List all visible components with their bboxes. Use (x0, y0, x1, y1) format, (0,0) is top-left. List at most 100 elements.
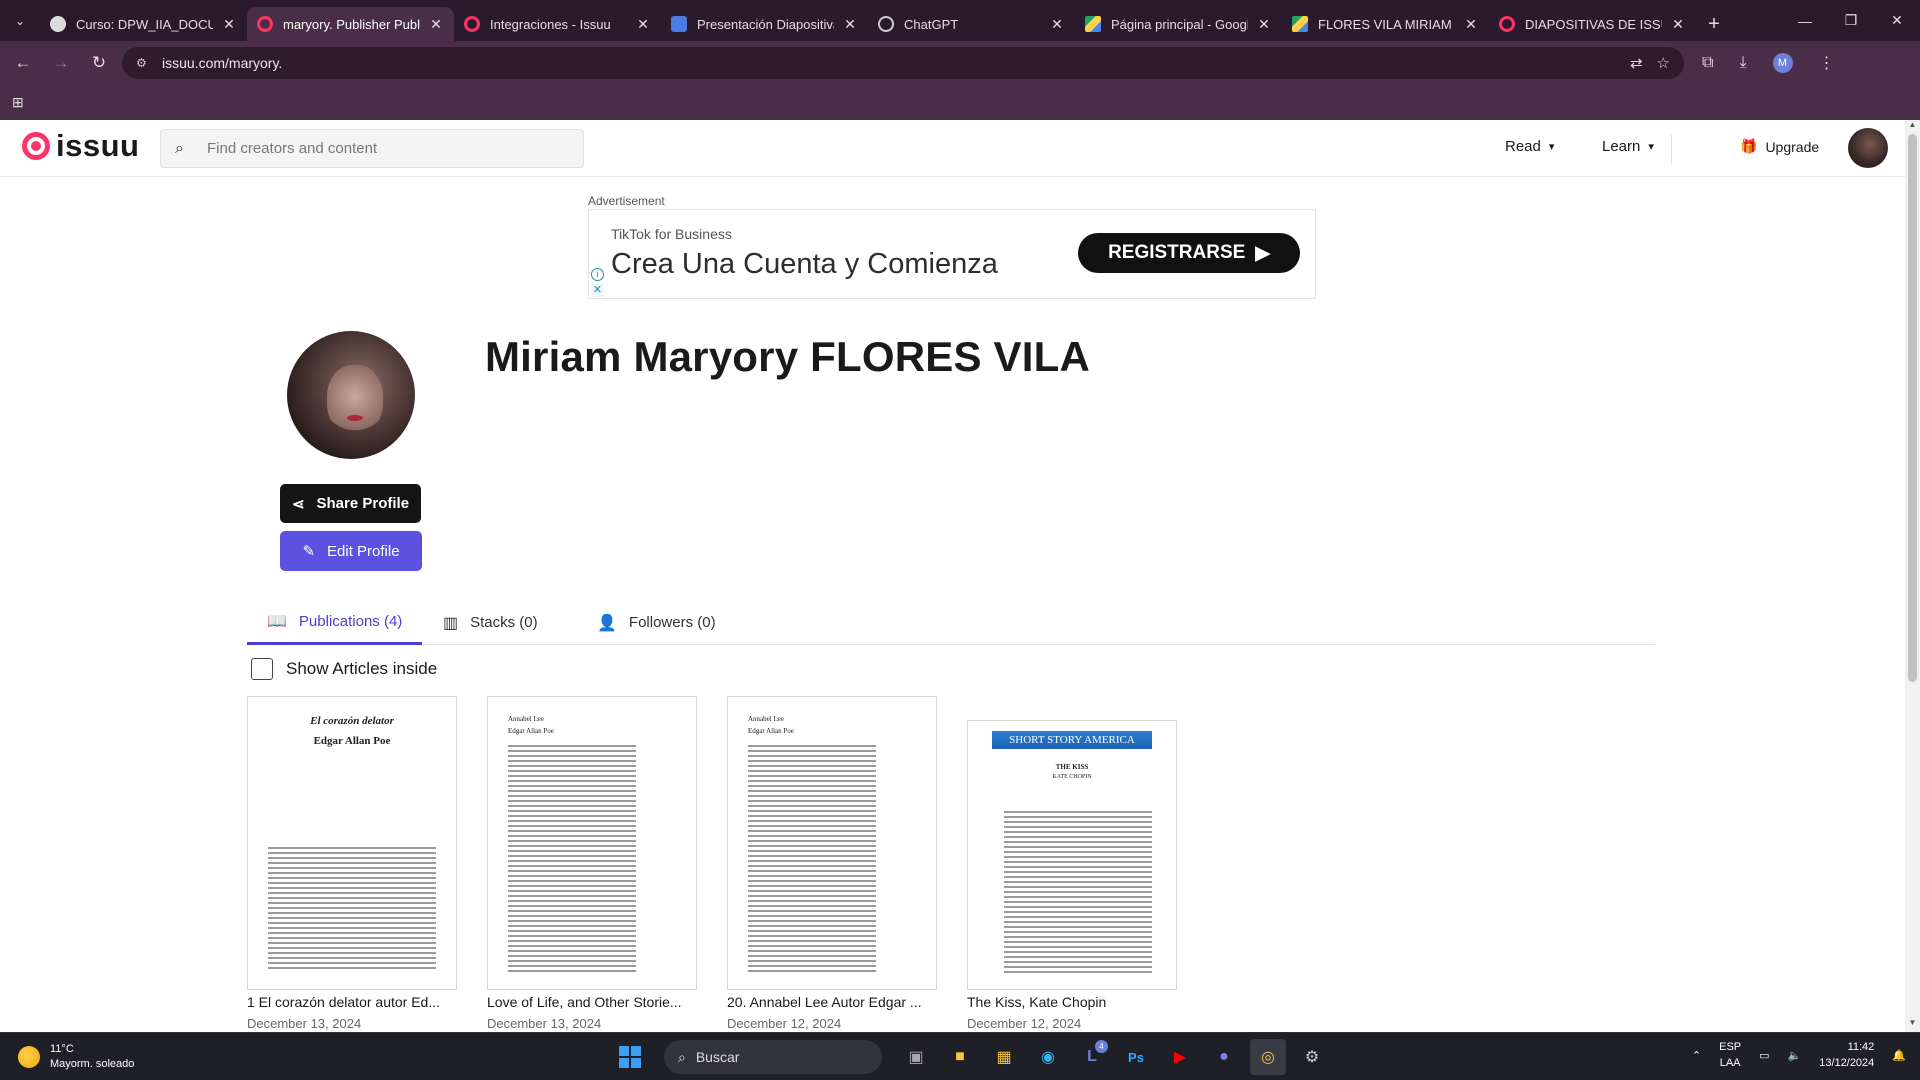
publication-title[interactable]: The Kiss, Kate Chopin (967, 994, 1177, 1010)
taskbar-search[interactable]: ⌕ Buscar (664, 1040, 882, 1074)
publication-cover[interactable]: El corazón delator Edgar Allan Poe (247, 696, 457, 990)
apps-grid-icon[interactable]: ⊞ (12, 94, 24, 111)
close-icon[interactable]: ✕ (1463, 16, 1479, 33)
reload-button[interactable]: ↻ (80, 45, 118, 81)
restore-icon[interactable]: ❐ (1828, 0, 1874, 41)
scrollbar-thumb[interactable] (1908, 134, 1917, 682)
store-button[interactable]: ▦ (986, 1039, 1022, 1075)
close-icon[interactable]: ✕ (1256, 16, 1272, 33)
network-icon[interactable]: ▭ (1759, 1049, 1769, 1062)
search-box[interactable]: ⌕ (160, 129, 584, 168)
close-icon[interactable]: ✕ (428, 16, 444, 33)
browser-tab[interactable]: ChatGPT ✕ (868, 7, 1075, 41)
learn-menu[interactable]: Learn ▾ (1602, 138, 1654, 155)
drive-favicon-icon (1085, 16, 1101, 32)
show-articles-toggle[interactable]: Show Articles inside (251, 658, 437, 680)
close-icon[interactable]: ✕ (842, 16, 858, 33)
favicon-icon (50, 16, 66, 32)
advertisement-banner[interactable]: TikTok for Business Crea Una Cuenta y Co… (588, 209, 1316, 299)
browser-tab[interactable]: Página principal - Google ✕ (1075, 7, 1282, 41)
publication-cover[interactable]: Annabel Lee Edgar Allan Poe (487, 696, 697, 990)
more-vert-icon[interactable]: ⋮ (1819, 53, 1835, 73)
edge-button[interactable]: ◉ (1030, 1039, 1066, 1075)
task-view-button[interactable]: ▣ (898, 1039, 934, 1075)
browser-tab-active[interactable]: maryory. Publisher Public ✕ (247, 7, 454, 41)
tab-publications[interactable]: 📖 Publications (4) (247, 600, 423, 645)
scroll-down-icon[interactable]: ▼ (1905, 1018, 1920, 1032)
issuu-logo[interactable]: issuu (22, 128, 140, 163)
tab-title: Integraciones - Issuu (490, 16, 611, 32)
url-field[interactable]: ⚙ issuu.com/maryory. ⇄ ☆ (122, 46, 1684, 79)
publication-title[interactable]: Love of Life, and Other Storie... (487, 994, 697, 1010)
tab-search-button[interactable]: ⌄ (0, 0, 40, 41)
publication-date: December 12, 2024 (967, 1016, 1082, 1031)
chrome-button[interactable]: ◎ (1250, 1039, 1286, 1075)
translate-icon[interactable]: ⇄ (1630, 54, 1643, 72)
ad-info-icon[interactable]: i (591, 268, 604, 281)
ad-cta-button[interactable]: REGISTRARSE ▶ (1078, 233, 1300, 273)
tab-stacks[interactable]: ▥ Stacks (0) (423, 600, 558, 645)
youtube-button[interactable]: ▶ (1162, 1039, 1198, 1075)
teams-chat-button[interactable]: ● (1206, 1039, 1242, 1075)
chatgpt-favicon-icon (878, 16, 894, 32)
task-view-icon: ▣ (908, 1049, 924, 1066)
site-settings-icon[interactable]: ⚙ (136, 56, 152, 70)
browser-tab[interactable]: Curso: DPW_IIA_DOCUMEN ✕ (40, 7, 247, 41)
profile-avatar[interactable]: M (1772, 52, 1793, 73)
chevron-up-icon[interactable]: ⌃ (1692, 1049, 1701, 1062)
publication-cover[interactable]: Annabel Lee Edgar Allan Poe (727, 696, 937, 990)
windows-taskbar: 11°C Mayorm. soleado ⌕ Buscar ▣ ■ ▦ ◉ L … (0, 1032, 1920, 1080)
show-articles-checkbox[interactable] (251, 658, 273, 680)
new-tab-button[interactable]: + (1696, 7, 1732, 41)
upgrade-button[interactable]: 🎁 Upgrade (1740, 138, 1819, 155)
edit-profile-button[interactable]: ✎ Edit Profile (280, 531, 422, 571)
browser-tab[interactable]: Integraciones - Issuu ✕ (454, 7, 661, 41)
language-indicator[interactable]: ESP LAA (1719, 1039, 1741, 1071)
close-window-icon[interactable]: ✕ (1874, 0, 1920, 41)
windows-logo-icon (619, 1046, 641, 1068)
cover-text-block (508, 745, 636, 975)
download-icon[interactable]: ⤓ (1739, 54, 1746, 72)
teams-button[interactable]: L 4 (1074, 1039, 1110, 1075)
settings-button[interactable]: ⚙ (1294, 1039, 1330, 1075)
start-button[interactable] (612, 1039, 648, 1075)
publication-cover[interactable]: SHORT STORY AMERICA THE KISS KATE CHOPIN (967, 720, 1177, 990)
tab-title: ChatGPT (904, 16, 959, 32)
browser-tab[interactable]: DIAPOSITIVAS DE ISSUU ✕ (1489, 7, 1696, 41)
user-avatar[interactable] (1848, 128, 1888, 168)
ad-close-icon[interactable]: ✕ (591, 284, 604, 297)
tab-stacks-label: Stacks (0) (470, 614, 538, 631)
close-icon[interactable]: ✕ (1670, 16, 1686, 33)
browser-tab[interactable]: Presentación Diapositivas ✕ (661, 7, 868, 41)
photoshop-button[interactable]: Ps (1118, 1039, 1154, 1075)
share-profile-label: Share Profile (316, 495, 410, 512)
page-scrollbar[interactable]: ▲ ▼ (1905, 120, 1920, 1032)
scroll-up-icon[interactable]: ▲ (1905, 120, 1920, 134)
publication-title[interactable]: 20. Annabel Lee Autor Edgar ... (727, 994, 937, 1010)
forward-button[interactable]: → (42, 45, 80, 81)
star-icon[interactable]: ☆ (1657, 54, 1670, 72)
url-text: issuu.com/maryory. (162, 54, 283, 71)
close-icon[interactable]: ✕ (221, 16, 237, 33)
share-icon: ⋖ (291, 495, 305, 513)
weather-widget[interactable]: 11°C Mayorm. soleado (18, 1042, 134, 1072)
share-profile-button[interactable]: ⋖ Share Profile (280, 484, 421, 523)
notifications-icon[interactable]: 🔔 (1892, 1049, 1906, 1062)
read-menu[interactable]: Read ▾ (1505, 138, 1554, 155)
file-explorer-button[interactable]: ■ (942, 1039, 978, 1075)
close-icon[interactable]: ✕ (635, 16, 651, 33)
extensions-icon[interactable]: ⧉ (1702, 54, 1713, 72)
learn-menu-label: Learn (1602, 138, 1641, 155)
volume-icon[interactable]: 🔈 (1788, 1049, 1802, 1062)
back-button[interactable]: ← (4, 45, 42, 81)
pencil-icon: ✎ (302, 543, 316, 560)
tab-followers[interactable]: 👤 Followers (0) (577, 600, 736, 645)
clock[interactable]: 11:42 13/12/2024 (1819, 1039, 1874, 1071)
browser-tab[interactable]: FLORES VILA MIRIAM MA ✕ (1282, 7, 1489, 41)
publication-title[interactable]: 1 El corazón delator autor Ed... (247, 994, 457, 1010)
chat-icon: ● (1219, 1048, 1229, 1065)
search-input[interactable] (207, 140, 567, 157)
logo-text: issuu (56, 128, 140, 163)
minimize-icon[interactable]: — (1782, 0, 1828, 41)
close-icon[interactable]: ✕ (1049, 16, 1065, 33)
